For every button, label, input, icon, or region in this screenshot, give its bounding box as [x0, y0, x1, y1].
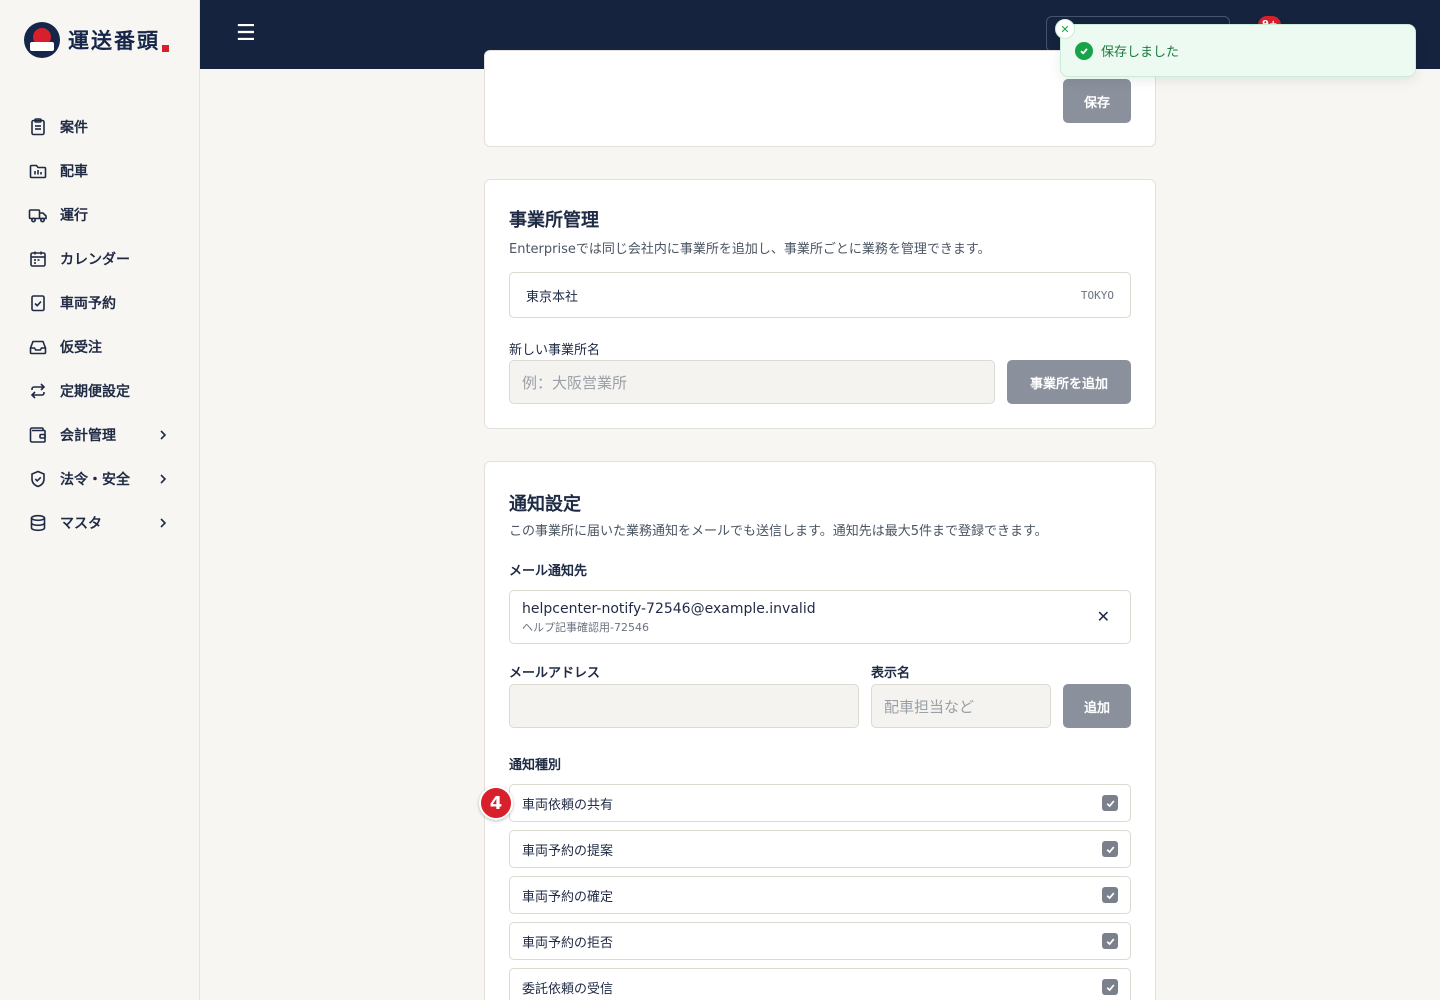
checkbox-checked-icon[interactable] [1102, 795, 1118, 811]
close-icon[interactable]: ✕ [1055, 19, 1075, 39]
sidebar-item-label: 案件 [60, 120, 88, 136]
sidebar-item-vehicle-reservation[interactable]: 車両予約 [0, 281, 200, 325]
notification-type-row[interactable]: 車両予約の拒否 [509, 922, 1131, 960]
sidebar-item-label: 仮受注 [60, 340, 102, 356]
checkbox-checked-icon[interactable] [1102, 887, 1118, 903]
sidebar-item-provisional-orders[interactable]: 仮受注 [0, 325, 200, 369]
office-name: 東京本社 [526, 289, 579, 305]
notification-type-label: 車両依頼の共有 [522, 797, 614, 813]
check-circle-icon [1075, 41, 1093, 60]
sidebar-item-label: マスタ [60, 516, 102, 532]
recipient-item: helpcenter-notify-72546@example.invalid … [509, 590, 1131, 644]
clipboard-check-icon [28, 293, 48, 313]
notification-type-row[interactable]: 車両予約の提案 [509, 830, 1131, 868]
notification-types-label: 通知種別 [509, 758, 562, 773]
wallet-icon [28, 425, 48, 445]
notification-type-row[interactable]: 車両依頼の共有 [509, 784, 1131, 822]
logo-mark-icon [24, 22, 60, 58]
sidebar-item-cases[interactable]: 案件 [0, 105, 200, 149]
database-icon [28, 513, 48, 533]
checkbox-checked-icon[interactable] [1102, 979, 1118, 995]
save-button[interactable]: 保存 [1063, 79, 1131, 123]
sidebar-item-compliance-safety[interactable]: 法令・安全 [0, 457, 200, 501]
recipient-email: helpcenter-notify-72546@example.invalid [522, 601, 816, 617]
sidebar-item-label: 法令・安全 [60, 472, 130, 488]
sidebar-item-accounting[interactable]: 会計管理 [0, 413, 200, 457]
sidebar-item-dispatch[interactable]: 配車 [0, 149, 200, 193]
sidebar-item-scheduled-routes[interactable]: 定期便設定 [0, 369, 200, 413]
remove-recipient-icon[interactable]: ✕ [1097, 607, 1110, 626]
inbox-icon [28, 337, 48, 357]
chevron-right-icon [160, 518, 167, 528]
sidebar-item-label: 定期便設定 [60, 384, 130, 400]
email-address-label: メールアドレス [509, 666, 601, 681]
chevron-right-icon [160, 430, 167, 440]
notification-type-label: 委託依頼の受信 [522, 981, 614, 997]
sidebar-item-label: 運行 [60, 208, 88, 224]
checkbox-checked-icon[interactable] [1102, 933, 1118, 949]
add-recipient-button[interactable]: 追加 [1063, 684, 1131, 728]
new-office-input[interactable]: 例：大阪営業所 [509, 360, 995, 404]
office-list-item[interactable]: 東京本社 TOKYO [509, 272, 1131, 318]
office-management-card: 事業所管理 Enterpriseでは同じ会社内に事業所を追加し、事業所ごとに業務… [484, 179, 1156, 429]
notification-type-label: 車両予約の提案 [522, 843, 614, 859]
sidebar-item-label: 配車 [60, 164, 88, 180]
sidebar-item-label: カレンダー [60, 252, 130, 268]
notification-type-label: 車両予約の拒否 [522, 935, 614, 951]
clipboard-icon [28, 117, 48, 137]
logo-seal-icon [162, 45, 169, 52]
recipients-label: メール通知先 [509, 564, 588, 579]
sidebar-item-label: 会計管理 [60, 428, 116, 444]
sidebar-item-operations[interactable]: 運行 [0, 193, 200, 237]
checkbox-checked-icon[interactable] [1102, 841, 1118, 857]
add-office-button[interactable]: 事業所を追加 [1007, 360, 1131, 404]
notification-type-row[interactable]: 委託依頼の受信 [509, 968, 1131, 1000]
email-address-input[interactable] [509, 684, 859, 728]
sidebar-nav: 案件 配車 運行 カレンダー 車両予約 仮受注 定期便設定 会計管理 法令・安全… [0, 105, 200, 545]
notification-type-label: 車両予約の確定 [522, 889, 614, 905]
notification-type-row[interactable]: 車両予約の確定 [509, 876, 1131, 914]
sidebar: 運送番頭 案件 配車 運行 カレンダー 車両予約 仮受注 定期便設定 会計管理 … [0, 0, 200, 1000]
success-toast: ✕ 保存しました [1055, 19, 1416, 77]
toast-message: 保存しました [1101, 45, 1180, 60]
office-code: TOKYO [1080, 288, 1114, 302]
truck-icon [28, 205, 48, 225]
recipient-display-name: ヘルプ記事確認用-72546 [522, 621, 649, 634]
step-marker-badge: 4 [479, 786, 513, 820]
office-card-title: 事業所管理 [509, 210, 599, 231]
shield-check-icon [28, 469, 48, 489]
display-name-input[interactable]: 配車担当など [871, 684, 1051, 728]
app-logo[interactable]: 運送番頭 [24, 22, 169, 58]
new-office-label: 新しい事業所名 [509, 343, 601, 358]
sidebar-item-master[interactable]: マスタ [0, 501, 200, 545]
sidebar-item-label: 車両予約 [60, 296, 116, 312]
notification-card-description: この事業所に届いた業務通知をメールでも送信します。通知先は最大5件まで登録できま… [509, 524, 1048, 539]
repeat-icon [28, 381, 48, 401]
sidebar-item-calendar[interactable]: カレンダー [0, 237, 200, 281]
calendar-icon [28, 249, 48, 269]
display-name-label: 表示名 [871, 666, 911, 681]
hamburger-icon[interactable]: ☰ [236, 22, 256, 46]
office-card-description: Enterpriseでは同じ会社内に事業所を追加し、事業所ごとに業務を管理できま… [509, 242, 991, 257]
folder-chart-icon [28, 161, 48, 181]
logo-text: 運送番頭 [68, 28, 160, 53]
chevron-right-icon [160, 474, 167, 484]
settings-card-top: 保存 [484, 50, 1156, 147]
notification-card-title: 通知設定 [509, 494, 581, 515]
notification-settings-card: 通知設定 この事業所に届いた業務通知をメールでも送信します。通知先は最大5件まで… [484, 461, 1156, 1000]
